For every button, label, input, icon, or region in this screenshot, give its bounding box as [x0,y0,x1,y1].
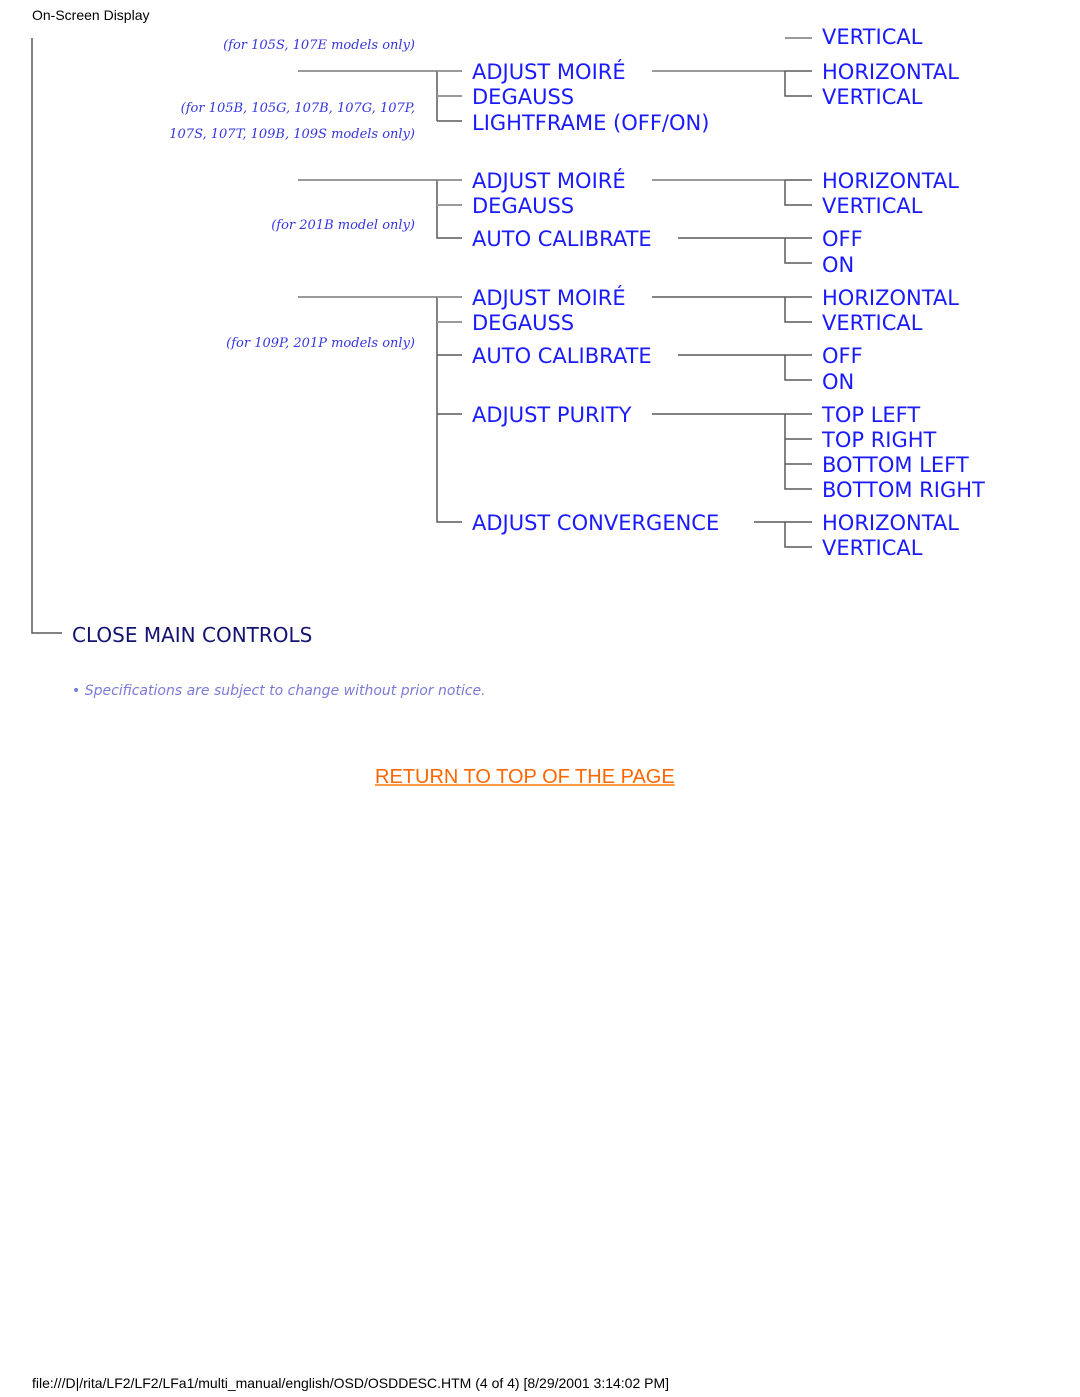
group1-note-line1: (for 105B, 105G, 107B, 107G, 107P, [181,101,415,116]
group3-bracket [436,297,462,523]
connector [784,354,812,381]
return-to-top-link[interactable]: RETURN TO TOP OF THE PAGE [375,766,675,789]
g2-moire-vertical: VERTICAL [822,194,923,218]
g1-item-degauss: DEGAUSS [472,85,574,109]
connector [784,296,812,323]
g3-item-adjust-convergence: ADJUST CONVERGENCE [472,511,719,535]
connector [784,70,812,97]
group1-note-top: (for 105S, 107E models only) [223,38,415,53]
g3-calibrate-off: OFF [822,344,863,368]
group3-note: (for 109P, 201P models only) [226,336,415,351]
connector [784,521,812,548]
connector [784,179,812,206]
g3-item-degauss: DEGAUSS [472,311,574,335]
main-trunk-line [31,38,62,634]
g3-item-auto-calibrate: AUTO CALIBRATE [472,344,652,368]
g2-item-auto-calibrate: AUTO CALIBRATE [472,227,652,251]
group2-bracket [436,180,462,239]
g2-item-degauss: DEGAUSS [472,194,574,218]
g1-moire-horizontal: HORIZONTAL [822,60,959,84]
g2-calibrate-off: OFF [822,227,863,251]
partial-top-label: VERTICAL [822,25,923,49]
g2-item-adjust-moire: ADJUST MOIRÉ [472,168,626,193]
g3-purity-top-left: TOP LEFT [821,403,920,427]
g3-purity-bottom-right: BOTTOM RIGHT [822,478,985,502]
close-main-controls-label: CLOSE MAIN CONTROLS [72,623,312,647]
g2-calibrate-on: ON [822,253,854,277]
g3-purity-top-right: TOP RIGHT [821,428,937,452]
g2-moire-horizontal: HORIZONTAL [822,169,959,193]
g3-convergence-vertical: VERTICAL [822,536,923,560]
g1-item-adjust-moire: ADJUST MOIRÉ [472,59,626,84]
g3-purity-bottom-left: BOTTOM LEFT [822,453,969,477]
g3-convergence-horizontal: HORIZONTAL [822,511,959,535]
g1-moire-vertical: VERTICAL [822,85,923,109]
g3-item-adjust-moire: ADJUST MOIRÉ [472,285,626,310]
connector [784,413,812,490]
page-footer-path: file:///D|/rita/LF2/LF2/LFa1/multi_manua… [32,1375,670,1391]
g1-item-lightframe: LIGHTFRAME (OFF/ON) [472,111,709,135]
g3-item-adjust-purity: ADJUST PURITY [472,403,632,427]
osd-menu-tree-diagram: VERTICAL (for 105S, 107E models only) (f… [31,25,985,699]
g3-calibrate-on: ON [822,370,854,394]
g3-moire-horizontal: HORIZONTAL [822,286,959,310]
group1-note-line2: 107S, 107T, 109B, 109S models only) [169,127,415,142]
disclaimer-note: • Specifications are subject to change w… [72,683,486,699]
g3-moire-vertical: VERTICAL [822,311,923,335]
group2-note: (for 201B model only) [271,218,415,233]
connector [784,237,812,264]
